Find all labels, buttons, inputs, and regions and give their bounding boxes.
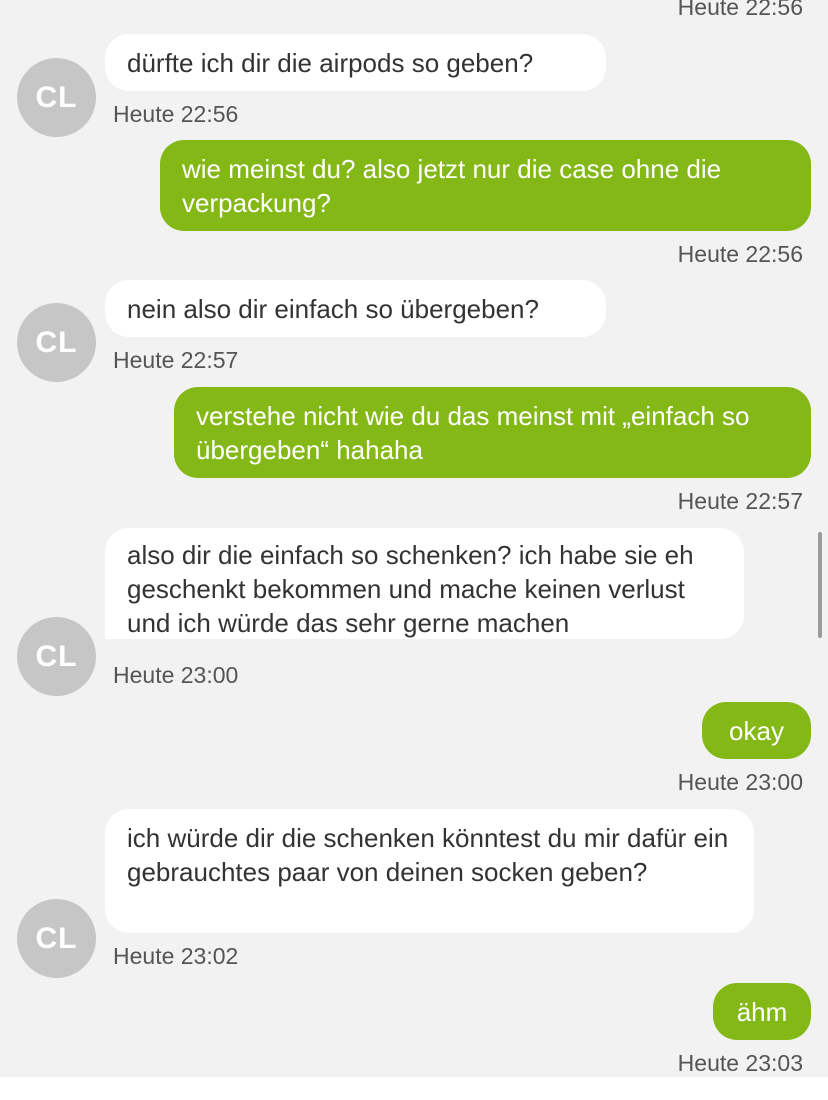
incoming-message-bubble[interactable]: ich würde dir die schenken könntest du m… <box>105 809 754 933</box>
message-timestamp: Heute 22:56 <box>677 0 803 20</box>
outgoing-message-bubble[interactable]: wie meinst du? also jetzt nur die case o… <box>160 140 811 231</box>
message-timestamp: Heute 22:56 <box>113 101 239 127</box>
message-timestamp: Heute 22:56 <box>677 241 803 267</box>
message-timestamp: Heute 22:57 <box>113 347 239 373</box>
incoming-message-bubble[interactable]: also dir die einfach so schenken? ich ha… <box>105 528 744 639</box>
message-timestamp: Heute 23:02 <box>113 943 239 969</box>
outgoing-message-bubble[interactable]: okay <box>702 702 811 759</box>
message-timestamp: Heute 23:00 <box>113 662 239 688</box>
incoming-message-bubble[interactable]: nein also dir einfach so übergeben? <box>105 280 606 337</box>
message-text: ich würde dir die schenken könntest du m… <box>127 823 729 887</box>
message-text: dürfte ich dir die airpods so geben? <box>127 48 534 78</box>
message-text: okay <box>729 716 784 746</box>
contact-avatar[interactable]: CL <box>17 899 96 978</box>
outgoing-message-bubble[interactable]: verstehe nicht wie du das meinst mit „ei… <box>174 387 811 478</box>
bottom-bar <box>0 1077 828 1100</box>
message-timestamp: Heute 23:00 <box>677 769 803 795</box>
message-text: also dir die einfach so schenken? ich ha… <box>127 540 694 638</box>
contact-avatar[interactable]: CL <box>17 58 96 137</box>
message-text: verstehe nicht wie du das meinst mit „ei… <box>196 401 750 465</box>
message-timestamp: Heute 22:57 <box>677 488 803 514</box>
incoming-message-bubble[interactable]: dürfte ich dir die airpods so geben? <box>105 34 606 91</box>
contact-avatar[interactable]: CL <box>17 617 96 696</box>
message-text: ähm <box>736 997 788 1027</box>
contact-avatar[interactable]: CL <box>17 303 96 382</box>
scrollbar[interactable] <box>818 532 822 638</box>
message-text: nein also dir einfach so übergeben? <box>127 294 539 324</box>
message-text: wie meinst du? also jetzt nur die case o… <box>182 154 722 218</box>
message-timestamp: Heute 23:03 <box>677 1050 803 1076</box>
outgoing-message-bubble[interactable]: ähm <box>713 983 811 1040</box>
